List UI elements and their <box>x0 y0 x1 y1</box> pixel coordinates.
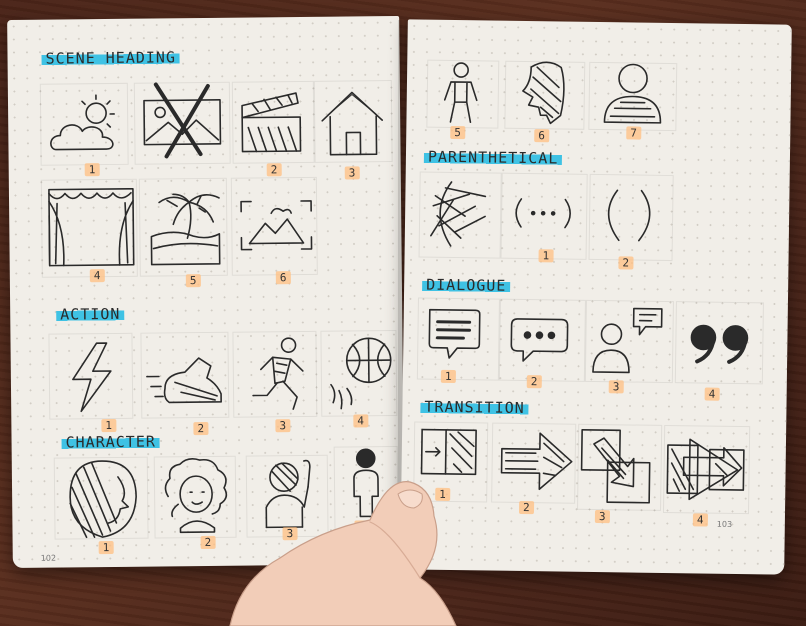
number-tag: 2 <box>193 421 209 436</box>
number-tag: 4 <box>692 513 708 527</box>
number-tag: 1 <box>538 249 554 263</box>
parentheses-dots-icon <box>515 198 571 229</box>
basketball-icon <box>330 337 392 410</box>
head-profile-icon <box>522 61 565 125</box>
person-speaking-icon <box>592 307 663 374</box>
number-tag: 5 <box>450 125 465 140</box>
section-heading-transition: TRANSITION <box>420 397 529 418</box>
crossed-out-image-icon <box>143 82 222 159</box>
number-tag: 3 <box>275 419 291 433</box>
number-tag: 1 <box>84 163 100 177</box>
section-heading-parenthetical: PARENTHETICAL <box>423 147 563 168</box>
lightning-icon <box>72 342 112 413</box>
landscape-frame-icon <box>240 200 313 251</box>
number-tag: 5 <box>185 274 201 288</box>
cloud-sun-icon <box>50 94 115 151</box>
page-number-left: 102 <box>40 553 57 563</box>
chat-dots-bubble-icon <box>510 318 569 362</box>
walking-figure-icon <box>443 62 478 124</box>
play-arrow-boxes-icon <box>666 438 745 501</box>
scribbled-parenthesis-icon <box>430 181 487 247</box>
number-tag: 3 <box>594 510 610 524</box>
running-shoe-icon <box>146 357 222 404</box>
number-tag: 1 <box>101 418 117 433</box>
running-person-icon <box>252 337 304 410</box>
number-tag: 4 <box>89 269 105 283</box>
section-heading-dialogue: DIALOGUE <box>422 275 511 295</box>
number-tag: 3 <box>344 166 360 180</box>
quotation-marks-icon <box>690 324 749 364</box>
parentheses-icon <box>607 189 651 242</box>
hand-holding-notebook <box>229 481 457 626</box>
beach-palm-icon <box>150 193 221 266</box>
section-heading-character: CHARACTER <box>61 432 160 452</box>
number-tag: 6 <box>275 271 291 285</box>
woman-profile-icon <box>69 460 137 539</box>
big-arrow-icon <box>500 432 573 491</box>
number-tag: 2 <box>518 500 534 515</box>
diagonal-arrow-boxes-icon <box>580 429 651 504</box>
house-icon <box>321 91 384 156</box>
theater-curtains-icon <box>48 187 135 267</box>
page-number-right: 103 <box>716 519 733 529</box>
number-tag: 1 <box>98 540 114 555</box>
number-tag: 7 <box>626 126 642 140</box>
number-tag: 2 <box>266 163 282 177</box>
chat-lines-bubble-icon <box>428 308 481 359</box>
number-tag: 2 <box>200 535 216 550</box>
section-heading-scene: SCENE HEADING <box>41 48 181 68</box>
section-heading-action: ACTION <box>56 304 125 324</box>
number-tag: 6 <box>534 129 549 143</box>
number-tag: 4 <box>353 414 369 428</box>
number-tag: 2 <box>526 375 542 389</box>
number-tag: 1 <box>440 369 456 384</box>
clapperboard-icon <box>241 92 302 153</box>
number-tag: 2 <box>618 256 634 270</box>
user-bust-icon <box>603 63 662 124</box>
number-tag: 3 <box>608 380 624 394</box>
number-tag: 4 <box>704 387 720 401</box>
